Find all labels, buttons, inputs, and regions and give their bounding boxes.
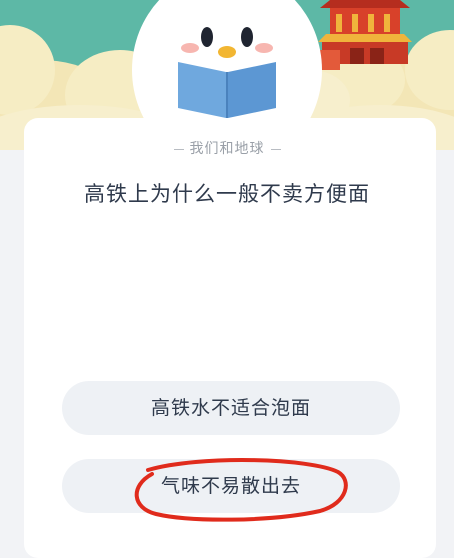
quiz-category-label: 我们和地球	[189, 141, 265, 157]
divider-right	[270, 148, 281, 150]
quiz-question: 高铁上为什么一般不卖方便面	[84, 182, 370, 206]
quiz-category: 我们和地球	[0, 138, 454, 158]
divider-left	[173, 148, 184, 150]
answer-option-2[interactable]: 气味不易散出去	[62, 459, 400, 513]
answer-option-1[interactable]: 高铁水不适合泡面	[62, 381, 400, 435]
